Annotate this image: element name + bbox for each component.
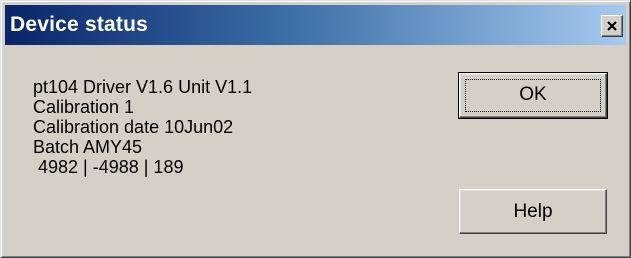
title-bar[interactable]: Device status xyxy=(5,5,626,45)
driver-version-text: pt104 Driver V1.6 Unit V1.1 xyxy=(33,77,253,97)
device-info: pt104 Driver V1.6 Unit V1.1 Calibration … xyxy=(33,77,252,177)
help-button-label: Help xyxy=(513,201,553,222)
close-icon xyxy=(607,21,617,31)
readings-text: 4982 | -4988 | 189 xyxy=(33,157,184,177)
device-status-dialog: Device status pt104 Driver V1.6 Unit V1.… xyxy=(0,0,631,258)
close-button[interactable] xyxy=(601,15,623,37)
calibration-text: Calibration 1 xyxy=(33,97,135,117)
help-button[interactable]: Help xyxy=(459,189,607,234)
window-title: Device status xyxy=(10,13,149,36)
calibration-date-text: Calibration date 10Jun02 xyxy=(33,117,234,137)
ok-button[interactable]: OK xyxy=(458,72,608,119)
batch-text: Batch AMY45 xyxy=(33,137,143,157)
ok-button-label: OK xyxy=(519,84,547,105)
